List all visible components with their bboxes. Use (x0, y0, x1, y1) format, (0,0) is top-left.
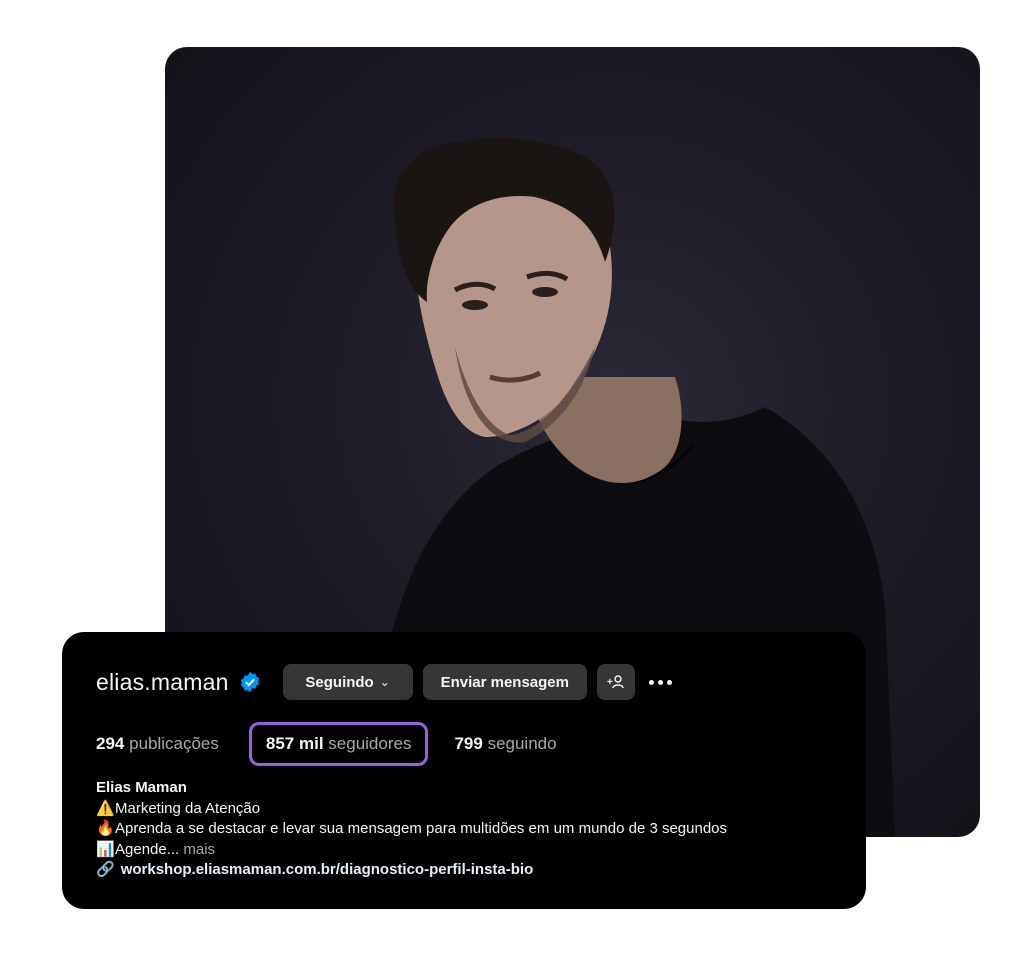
bio-link[interactable]: workshop.eliasmaman.com.br/diagnostico-p… (121, 861, 534, 878)
profile-bio: Elias Maman ⚠️Marketing da Atenção 🔥Apre… (96, 778, 727, 881)
bio-link-row: 🔗 workshop.eliasmaman.com.br/diagnostico-… (96, 860, 727, 881)
following-button-label: Seguindo (305, 673, 374, 691)
profile-info-card: elias.maman Seguindo ⌄ Enviar mensagem +… (62, 632, 866, 909)
send-message-button[interactable]: Enviar mensagem (422, 664, 587, 700)
suggest-users-button[interactable]: + (597, 664, 635, 700)
more-options-icon[interactable] (649, 679, 672, 685)
bio-line: 🔥Aprenda a se destacar e levar sua mensa… (96, 819, 727, 840)
chevron-down-icon: ⌄ (379, 675, 390, 689)
bio-line: ⚠️Marketing da Atenção (96, 799, 727, 820)
warning-icon: ⚠️ (96, 799, 115, 817)
bio-more-link[interactable]: mais (183, 841, 215, 858)
verified-badge-icon (240, 671, 259, 693)
followers-count[interactable]: 857 mil seguidores (248, 722, 429, 766)
add-user-icon: + (607, 675, 624, 689)
profile-header-row: elias.maman Seguindo ⌄ Enviar mensagem + (96, 664, 672, 700)
following-button[interactable]: Seguindo ⌄ (282, 664, 413, 700)
svg-text:+: + (607, 677, 613, 688)
fire-icon: 🔥 (96, 820, 115, 837)
bio-line: 📊Agende... mais (96, 840, 727, 861)
chart-icon: 📊 (96, 840, 115, 858)
profile-stats: 294 publicações 857 mil seguidores 799 s… (96, 722, 557, 766)
full-name: Elias Maman (96, 779, 187, 796)
username[interactable]: elias.maman (96, 669, 229, 696)
following-count[interactable]: 799 seguindo (454, 734, 556, 754)
posts-count: 294 publicações (96, 734, 219, 753)
send-message-label: Enviar mensagem (440, 673, 569, 691)
link-icon: 🔗 (96, 861, 115, 878)
